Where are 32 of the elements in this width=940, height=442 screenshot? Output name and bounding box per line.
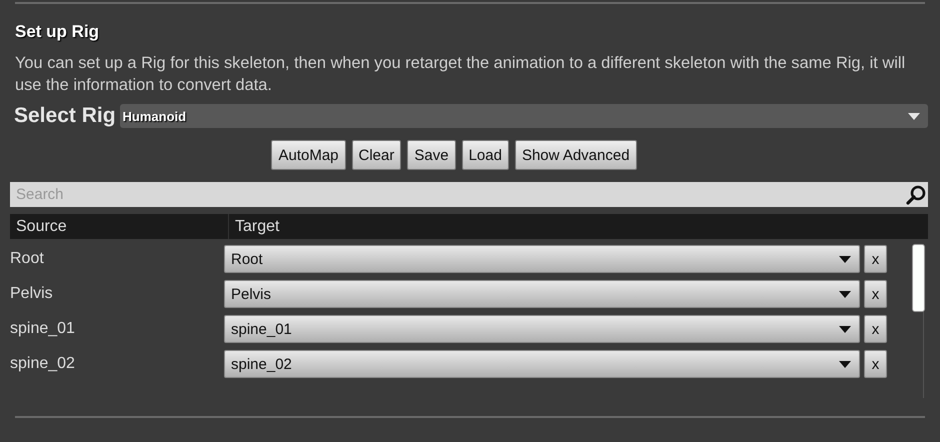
toolbar-button[interactable]: Save [407, 140, 456, 170]
column-header: Target [234, 218, 280, 236]
target-dropdown[interactable]: Root [224, 245, 860, 273]
remove-mapping-button[interactable]: x [864, 350, 887, 378]
dropdown-arrow-icon [839, 326, 851, 332]
dropdown-arrow-icon [839, 360, 851, 368]
target-dropdown[interactable]: spine_01 [224, 315, 860, 343]
target-dropdown[interactable]: Pelvis [224, 280, 860, 308]
rig-dropdown[interactable]: Humanoid [120, 104, 928, 128]
source-bone-name: spine_01 [10, 320, 76, 338]
search-icon [906, 185, 926, 205]
section-title: Set up Rig [15, 22, 100, 42]
source-bone-name: Root [10, 250, 45, 268]
remove-mapping-button[interactable]: x [864, 245, 887, 273]
select-rig-label: Select Rig [14, 104, 116, 128]
toolbar-button[interactable]: AutoMap [271, 140, 346, 170]
target-dropdown[interactable]: spine_02 [224, 350, 860, 378]
search-field[interactable]: Search [10, 182, 928, 207]
dropdown-arrow-icon [908, 112, 920, 120]
scroll-thumb[interactable] [912, 244, 925, 312]
toolbar-button[interactable]: Load [462, 140, 509, 170]
remove-mapping-button[interactable]: x [864, 315, 887, 343]
toolbar-button[interactable]: Show Advanced [514, 140, 637, 170]
scrollbar[interactable] [912, 244, 924, 398]
remove-mapping-button[interactable]: x [864, 280, 887, 308]
column-header: Source [10, 214, 229, 239]
source-bone-name: Pelvis [10, 285, 54, 303]
toolbar-button[interactable]: Clear [352, 140, 402, 170]
source-bone-name: spine_02 [10, 355, 76, 373]
dropdown-arrow-icon [839, 256, 851, 262]
dropdown-arrow-icon [839, 290, 851, 298]
description-text: You can set up a Rig for this skeleton, then when you retarget the animation to a different skeleton with the same Rig, it will use the information to convert data. [15, 53, 906, 96]
